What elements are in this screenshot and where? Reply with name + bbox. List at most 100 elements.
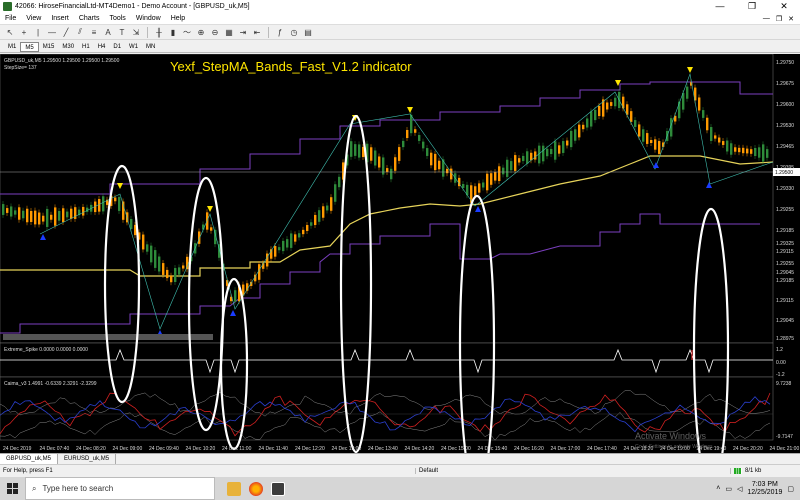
tray-clock[interactable]: 7:03 PM 12/25/2019 bbox=[747, 481, 782, 497]
maximize-button[interactable]: ❐ bbox=[736, 0, 768, 13]
network-icon[interactable]: ▭ bbox=[725, 485, 732, 493]
menu-window[interactable]: Window bbox=[131, 15, 166, 22]
toolbar-separator bbox=[268, 26, 269, 38]
periods-icon[interactable]: ◷ bbox=[288, 26, 300, 38]
tf-m1[interactable]: M1 bbox=[4, 42, 20, 52]
clock-date: 12/25/2019 bbox=[747, 488, 783, 496]
file-explorer-icon[interactable] bbox=[227, 481, 241, 496]
candle-body bbox=[294, 234, 297, 242]
candle-body bbox=[650, 139, 653, 144]
candle-body bbox=[506, 159, 509, 177]
menu-tools[interactable]: Tools bbox=[104, 15, 130, 22]
price-tick-label: 1.29045 bbox=[776, 318, 794, 324]
candle-body bbox=[314, 214, 317, 226]
tf-w1[interactable]: W1 bbox=[125, 42, 142, 52]
help-hint: For Help, press F1 bbox=[3, 468, 53, 474]
candle-body bbox=[74, 207, 77, 219]
horizontal-line-icon[interactable]: — bbox=[46, 26, 58, 38]
time-tick-label: 24 Dec 11:00 bbox=[222, 446, 252, 452]
system-tray: ˄ ▭ ◁ 7:03 PM 12/25/2019 ▢ bbox=[716, 481, 800, 497]
notifications-icon[interactable]: ▢ bbox=[787, 485, 794, 493]
vertical-line-icon[interactable]: | bbox=[32, 26, 44, 38]
candles-icon[interactable]: ▮ bbox=[167, 26, 179, 38]
connection-status[interactable]: 8/1 kb bbox=[730, 468, 800, 474]
candle-body bbox=[530, 152, 533, 161]
close-button[interactable]: ✕ bbox=[768, 0, 800, 13]
price-chart[interactable]: GBPUSD_uk,M5 1.29500 1.29500 1.29500 1.2… bbox=[0, 53, 800, 494]
templates-icon[interactable]: ▤ bbox=[302, 26, 314, 38]
windows-start-icon[interactable] bbox=[0, 477, 25, 500]
candle-body bbox=[610, 102, 613, 106]
candle-body bbox=[738, 147, 741, 153]
candle-body bbox=[542, 145, 545, 162]
price-tick-label: 1.29325 bbox=[776, 241, 794, 247]
metatrader-icon[interactable] bbox=[271, 481, 285, 496]
arrows-icon[interactable]: ⇲ bbox=[130, 26, 142, 38]
tab-gbpusd[interactable]: GBPUSD_uk,M5 bbox=[0, 454, 59, 464]
volume-icon[interactable]: ◁ bbox=[737, 485, 742, 493]
candle-body bbox=[430, 152, 433, 166]
time-tick-label: 24 Dec 17:40 bbox=[587, 446, 617, 452]
profile-name[interactable]: Default bbox=[415, 468, 565, 474]
menu-insert[interactable]: Insert bbox=[46, 15, 74, 22]
indicators-icon[interactable]: ƒ bbox=[274, 26, 286, 38]
trendline-icon[interactable]: ╱ bbox=[60, 26, 72, 38]
candle-body bbox=[142, 234, 145, 250]
fibonacci-icon[interactable]: ≡ bbox=[88, 26, 100, 38]
firefox-icon[interactable] bbox=[249, 481, 263, 496]
candle-body bbox=[726, 140, 729, 152]
candle-body bbox=[478, 183, 481, 193]
autoscroll-icon[interactable]: ⇥ bbox=[237, 26, 249, 38]
tf-m5[interactable]: M5 bbox=[20, 41, 39, 52]
candle-body bbox=[338, 176, 341, 188]
zoom-in-icon[interactable]: ⊕ bbox=[195, 26, 207, 38]
tf-mn[interactable]: MN bbox=[142, 42, 159, 52]
menu-file[interactable]: File bbox=[0, 15, 21, 22]
cursor-icon[interactable]: ↖ bbox=[4, 26, 16, 38]
equidistant-icon[interactable]: ⫽ bbox=[74, 26, 86, 38]
shift-icon[interactable]: ⇤ bbox=[251, 26, 263, 38]
time-tick-label: 24 Dec 07:40 bbox=[40, 446, 70, 452]
search-icon: ⌕ bbox=[32, 483, 37, 493]
price-tick-label: 1.29750 bbox=[776, 60, 794, 66]
mdi-close-button[interactable]: ✕ bbox=[788, 15, 794, 23]
candle-body bbox=[70, 208, 73, 219]
menu-help[interactable]: Help bbox=[166, 15, 190, 22]
minimize-button[interactable]: — bbox=[704, 0, 736, 13]
tray-chevron-icon[interactable]: ˄ bbox=[716, 485, 720, 492]
zoom-out-icon[interactable]: ⊖ bbox=[209, 26, 221, 38]
bar-chart-icon[interactable]: ╫ bbox=[153, 26, 165, 38]
tf-h4[interactable]: H4 bbox=[94, 42, 110, 52]
indicator-title: Yexf_StepMA_Bands_Fast_V1.2 indicator bbox=[170, 59, 412, 74]
label-icon[interactable]: T bbox=[116, 26, 128, 38]
mdi-minimize-button[interactable]: — bbox=[763, 15, 770, 23]
tf-m15[interactable]: M15 bbox=[39, 42, 59, 52]
chart-tabs: GBPUSD_uk,M5 EURUSD_uk,M5 bbox=[0, 453, 800, 464]
line-chart-icon[interactable]: 〜 bbox=[181, 26, 193, 38]
mdi-restore-button[interactable]: ❐ bbox=[776, 15, 782, 23]
candle-body bbox=[118, 197, 121, 211]
taskbar-search[interactable]: ⌕ Type here to search bbox=[25, 477, 215, 500]
title-bar: 42066: HiroseFinancialLtd-MT4Demo1 - Dem… bbox=[0, 0, 800, 13]
tile-icon[interactable]: ▦ bbox=[223, 26, 235, 38]
candle-body bbox=[606, 102, 609, 110]
candle-body bbox=[162, 263, 165, 275]
menu-view[interactable]: View bbox=[21, 15, 46, 22]
chart-window[interactable]: GBPUSD_uk,M5 1.29500 1.29500 1.29500 1.2… bbox=[0, 53, 800, 494]
time-tick-label: 24 Dec 13:40 bbox=[368, 446, 398, 452]
candle-body bbox=[742, 147, 745, 154]
candle-body bbox=[518, 158, 521, 163]
tf-d1[interactable]: D1 bbox=[109, 42, 125, 52]
price-tick-label: 1.29185 bbox=[776, 278, 794, 284]
tab-eurusd[interactable]: EURUSD_uk,M5 bbox=[58, 454, 117, 464]
tf-m30[interactable]: M30 bbox=[58, 42, 78, 52]
text-icon[interactable]: A bbox=[102, 26, 114, 38]
tf-h1[interactable]: H1 bbox=[78, 42, 94, 52]
menu-charts[interactable]: Charts bbox=[74, 15, 105, 22]
mt4-app-icon bbox=[3, 2, 12, 11]
candle-body bbox=[594, 109, 597, 121]
crosshair-icon[interactable]: + bbox=[18, 26, 30, 38]
candle-body bbox=[290, 233, 293, 248]
candle-body bbox=[590, 111, 593, 127]
candle-body bbox=[298, 233, 301, 238]
